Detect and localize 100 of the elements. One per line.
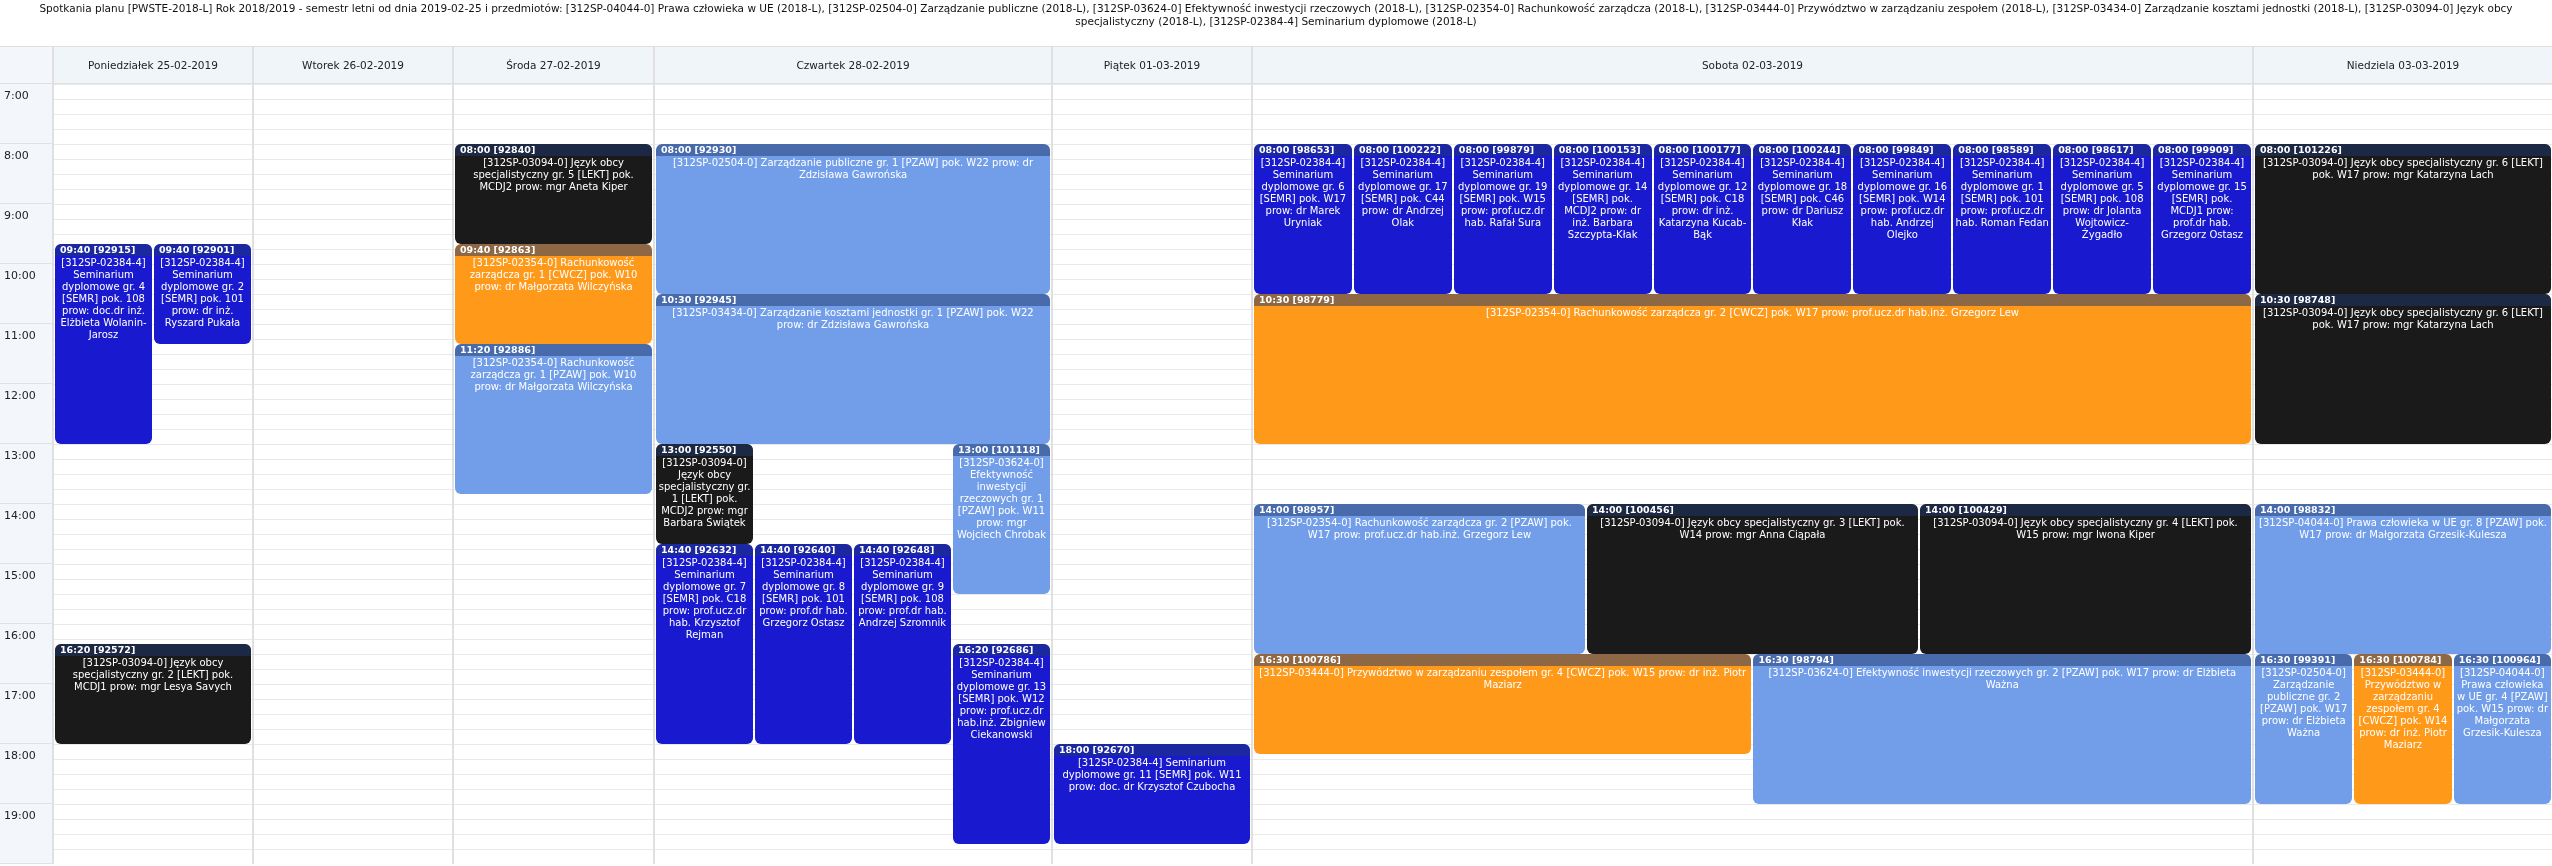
- time-label: 11:00: [3, 328, 36, 342]
- event-card[interactable]: 09:40 [92901] [312SP-02384-4] Seminarium dyplomowe gr. 2 [SEMR] pok. 101 prow: dr inż. Ryszard Pukała: [154, 244, 251, 344]
- event-header: 10:30 [92945]: [656, 294, 1050, 306]
- event-card[interactable]: 14:00 [100456] [312SP-03094-0] Język obcy specjalistyczny gr. 3 [LEKT] pok. W14 prow: mgr Anna Ciąpała: [1587, 504, 1918, 654]
- day-header: Czwartek 28-02-2019: [653, 46, 1051, 84]
- day-header: Wtorek 26-02-2019: [252, 46, 452, 84]
- event-header: 08:00 [100177]: [1653, 144, 1752, 156]
- event-card[interactable]: 14:00 [100429] [312SP-03094-0] Język obcy specjalistyczny gr. 4 [LEKT] pok. W15 prow: mgr Iwona Kiper: [1920, 504, 2251, 654]
- event-header: 08:00 [100222]: [1353, 144, 1452, 156]
- day-header: Środa 27-02-2019: [452, 46, 653, 84]
- event-text: [312SP-02384-4] Seminarium dyplomowe gr. 14 [SEMR] pok. MCDJ2 prow: dr inż. Barbara Szczypta-Kłak: [1556, 156, 1649, 242]
- time-label: 9:00: [3, 208, 29, 222]
- event-header: 08:00 [99909]: [2153, 144, 2251, 156]
- event-text: [312SP-03094-0] Język obcy specjalistyczny gr. 5 [LEKT] pok. MCDJ2 prow: mgr Aneta Kiper: [472, 156, 635, 194]
- event-text: [312SP-02384-4] Seminarium dyplomowe gr. 4 [SEMR] pok. 108 prow: doc.dr inż. Elżbieta Wolanin-Jarosz: [59, 256, 148, 342]
- event-card[interactable]: 10:30 [92945] [312SP-03434-0] Zarządzanie kosztami jednostki gr. 1 [PZAW] pok. W22 prow: dr Zdzisława Gawrońska: [656, 294, 1050, 444]
- event-text: [312SP-03444-0] Przywództwo w zarządzaniu zespołem gr. 4 [CWCZ] pok. W14 prow: dr inż. Piotr Maziarz: [2357, 666, 2449, 752]
- event-card[interactable]: 08:00 [100153] [312SP-02384-4] Seminarium dyplomowe gr. 14 [SEMR] pok. MCDJ2 prow: dr inż. Barbara Szczypta-Kłak: [1553, 144, 1652, 294]
- event-text: [312SP-02384-4] Seminarium dyplomowe gr. 16 [SEMR] pok. W14 prow: prof.ucz.dr hab. Andrzej Olejko: [1856, 156, 1949, 242]
- event-text: [312SP-02354-0] Rachunkowość zarządcza gr. 2 [CWCZ] pok. W17 prow: prof.ucz.dr hab.inż. Grzegorz Lew: [1485, 306, 2020, 320]
- event-card[interactable]: 08:00 [99879] [312SP-02384-4] Seminarium dyplomowe gr. 19 [SEMR] pok. W15 prow: prof.ucz.dr hab. Rafał Sura: [1453, 144, 1552, 294]
- event-header: 16:30 [100964]: [2453, 654, 2551, 666]
- event-card[interactable]: 16:30 [98794] [312SP-03624-0] Efektywność inwestycji rzeczowych gr. 2 [PZAW] pok. W17 prow: dr Elżbieta Ważna: [1753, 654, 2251, 804]
- event-card[interactable]: 08:00 [98617] [312SP-02384-4] Seminarium dyplomowe gr. 5 [SEMR] pok. 108 prow: dr Jolanta Wojtowicz-Żygadło: [2053, 144, 2152, 294]
- event-text: [312SP-02504-0] Zarządzanie publiczne gr. 1 [PZAW] pok. W22 prow: dr Zdzisława Gawrońska: [671, 156, 1035, 182]
- event-header: 10:30 [98779]: [1254, 294, 2251, 306]
- event-header: 10:30 [98748]: [2255, 294, 2551, 306]
- event-card[interactable]: 08:00 [98653] [312SP-02384-4] Seminarium dyplomowe gr. 6 [SEMR] pok. W17 prow: dr Marek Uryniak: [1254, 144, 1352, 294]
- event-card[interactable]: 08:00 [99909] [312SP-02384-4] Seminarium dyplomowe gr. 15 [SEMR] pok. MCDJ1 prow: prof.dr hab. Grzegorz Ostasz: [2153, 144, 2251, 294]
- event-text: [312SP-02384-4] Seminarium dyplomowe gr. 5 [SEMR] pok. 108 prow: dr Jolanta Wojtowicz-Żygadło: [2058, 156, 2146, 242]
- event-text: [312SP-02384-4] Seminarium dyplomowe gr. 19 [SEMR] pok. W15 prow: prof.ucz.dr hab. Rafał Sura: [1457, 156, 1549, 230]
- event-text: [312SP-03624-0] Efektywność inwestycji rzeczowych gr. 1 [PZAW] pok. W11 prow: mgr Wojciech Chrobak: [955, 456, 1048, 542]
- time-label: 16:00: [3, 628, 36, 642]
- event-text: [312SP-03434-0] Zarządzanie kosztami jednostki gr. 1 [PZAW] pok. W22 prow: dr Zdzisława Gawrońska: [671, 306, 1035, 332]
- event-card[interactable]: 08:00 [100244] [312SP-02384-4] Seminarium dyplomowe gr. 18 [SEMR] pok. C46 prow: dr Dariusz Kłak: [1753, 144, 1852, 294]
- event-text: [312SP-02384-4] Seminarium dyplomowe gr. 1 [SEMR] pok. 101 prow: prof.ucz.dr hab. Roman Fedan: [1954, 156, 2050, 230]
- event-text: [312SP-03444-0] Przywództwo w zarządzaniu zespołem gr. 4 [CWCZ] pok. W15 prow: dr inż. Piotr Maziarz: [1258, 666, 1748, 692]
- event-card[interactable]: 16:30 [100784] [312SP-03444-0] Przywództwo w zarządzaniu zespołem gr. 4 [CWCZ] pok. W14 prow: dr inż. Piotr Maziarz: [2354, 654, 2452, 804]
- event-card[interactable]: 08:00 [98589] [312SP-02384-4] Seminarium dyplomowe gr. 1 [SEMR] pok. 101 prow: prof.ucz.dr hab. Roman Fedan: [1953, 144, 2052, 294]
- event-card[interactable]: 14:40 [92632] [312SP-02384-4] Seminarium dyplomowe gr. 7 [SEMR] pok. C18 prow: prof.ucz.dr hab. Krzysztof Rejman: [656, 544, 753, 744]
- event-card[interactable]: 10:30 [98779] [312SP-02354-0] Rachunkowość zarządcza gr. 2 [CWCZ] pok. W17 prow: prof.ucz.dr hab.inż. Grzegorz Lew: [1254, 294, 2251, 444]
- day-header: Poniedziałek 25-02-2019: [52, 46, 252, 84]
- event-card[interactable]: 13:00 [101118] [312SP-03624-0] Efektywność inwestycji rzeczowych gr. 1 [PZAW] pok. W11 prow: mgr Wojciech Chrobak: [953, 444, 1050, 594]
- event-header: 08:00 [92840]: [455, 144, 652, 156]
- day-header: Niedziela 03-03-2019: [2252, 46, 2552, 84]
- event-header: 14:40 [92640]: [755, 544, 852, 556]
- event-card[interactable]: 08:00 [100177] [312SP-02384-4] Seminarium dyplomowe gr. 12 [SEMR] pok. C18 prow: dr inż. Katarzyna Kucab-Bąk: [1653, 144, 1752, 294]
- event-text: [312SP-02384-4] Seminarium dyplomowe gr. 17 [SEMR] pok. C44 prow: dr Andrzej Olak: [1357, 156, 1449, 230]
- event-header: 14:00 [100456]: [1587, 504, 1918, 516]
- event-header: 08:00 [98589]: [1953, 144, 2052, 156]
- event-text: [312SP-03624-0] Efektywność inwestycji rzeczowych gr. 2 [PZAW] pok. W17 prow: dr Elżbieta Ważna: [1767, 666, 2238, 692]
- event-card[interactable]: 14:00 [98957] [312SP-02354-0] Rachunkowość zarządcza gr. 2 [PZAW] pok. W17 prow: prof.ucz.dr hab.inż. Grzegorz Lew: [1254, 504, 1585, 654]
- event-header: 11:20 [92886]: [455, 344, 652, 356]
- event-text: [312SP-03094-0] Język obcy specjalistyczny gr. 2 [LEKT] pok. MCDJ1 prow: mgr Lesya Savych: [71, 656, 235, 694]
- event-card[interactable]: 11:20 [92886] [312SP-02354-0] Rachunkowość zarządcza gr. 1 [PZAW] pok. W10 prow: dr Małgorzata Wilczyńska: [455, 344, 652, 494]
- time-label: 10:00: [3, 268, 36, 282]
- page-title: Spotkania planu [PWSTE-2018-L] Rok 2018/2019 - semestr letni od dnia 2019-02-25 i przedmiotów: [312SP-04044-0] Prawa człowieka w UE (2018-L), [312SP-02504-0] Zarządzanie publiczne (2018-L), [312SP-03624-0] Efektywność inwestycji rzeczowych (2018-L), [312SP-02354-0] Rachunkowość zarządcza (2018-L), [312SP-03444-0] Przywództwo w zarządzaniu zespołem (2018-L), [312SP-03434-0] Zarządzanie kosztami jednostki (2018-L), [312SP-03094-0] Język obcy specjalistyczny (2018-L), [312SP-02384-4] Seminarium dyplomowe (2018-L): [38, 1, 2514, 29]
- event-card[interactable]: 08:00 [99849] [312SP-02384-4] Seminarium dyplomowe gr. 16 [SEMR] pok. W14 prow: prof.ucz.dr hab. Andrzej Olejko: [1853, 144, 1952, 294]
- event-header: 16:30 [99391]: [2255, 654, 2353, 666]
- event-header: 08:00 [99849]: [1853, 144, 1952, 156]
- event-header: 14:00 [100429]: [1920, 504, 2251, 516]
- event-card[interactable]: 16:30 [100964] [312SP-04044-0] Prawa człowieka w UE gr. 4 [PZAW] pok. W15 prow: dr Małgorzata Grzesik-Kulesza: [2453, 654, 2551, 804]
- event-card[interactable]: 16:20 [92686] [312SP-02384-4] Seminarium dyplomowe gr. 13 [SEMR] pok. W12 prow: prof.ucz.dr hab.inż. Zbigniew Ciekanowski: [953, 644, 1050, 844]
- event-card[interactable]: 13:00 [92550] [312SP-03094-0] Język obcy specjalistyczny gr. 1 [LEKT] pok. MCDJ2 prow: mgr Barbara Świątek: [656, 444, 753, 544]
- event-header: 14:40 [92632]: [656, 544, 753, 556]
- event-card[interactable]: 16:20 [92572] [312SP-03094-0] Język obcy specjalistyczny gr. 2 [LEKT] pok. MCDJ1 prow: mgr Lesya Savych: [55, 644, 251, 744]
- event-card[interactable]: 18:00 [92670] [312SP-02384-4] Seminarium dyplomowe gr. 11 [SEMR] pok. W11 prow: doc. dr Krzysztof Czubocha: [1054, 744, 1250, 844]
- event-header: 08:00 [99879]: [1453, 144, 1552, 156]
- event-card[interactable]: 08:00 [92840] [312SP-03094-0] Język obcy specjalistyczny gr. 5 [LEKT] pok. MCDJ2 prow: mgr Aneta Kiper: [455, 144, 652, 244]
- event-header: 08:00 [100244]: [1753, 144, 1852, 156]
- event-card[interactable]: 09:40 [92915] [312SP-02384-4] Seminarium dyplomowe gr. 4 [SEMR] pok. 108 prow: doc.dr inż. Elżbieta Wolanin-Jarosz: [55, 244, 152, 444]
- event-card[interactable]: 14:40 [92648] [312SP-02384-4] Seminarium dyplomowe gr. 9 [SEMR] pok. 108 prow: prof.dr hab. Andrzej Szromnik: [854, 544, 951, 744]
- time-label: 19:00: [3, 808, 36, 822]
- event-text: [312SP-02504-0] Zarządzanie publiczne gr. 2 [PZAW] pok. W17 prow: dr Elżbieta Ważna: [2259, 666, 2349, 740]
- time-label: 7:00: [3, 88, 29, 102]
- event-card[interactable]: 10:30 [98748] [312SP-03094-0] Język obcy specjalistyczny gr. 6 [LEKT] pok. W17 prow: mgr Katarzyna Lach: [2255, 294, 2551, 444]
- event-header: 08:00 [101226]: [2255, 144, 2551, 156]
- event-text: [312SP-02384-4] Seminarium dyplomowe gr. 18 [SEMR] pok. C46 prow: dr Dariusz Kłak: [1756, 156, 1849, 230]
- event-text: [312SP-02354-0] Rachunkowość zarządcza gr. 1 [CWCZ] pok. W10 prow: dr Małgorzata Wilczyńska: [468, 256, 639, 294]
- event-text: [312SP-02384-4] Seminarium dyplomowe gr. 6 [SEMR] pok. W17 prow: dr Marek Uryniak: [1258, 156, 1348, 230]
- event-card[interactable]: 08:00 [100222] [312SP-02384-4] Seminarium dyplomowe gr. 17 [SEMR] pok. C44 prow: dr Andrzej Olak: [1353, 144, 1452, 294]
- event-text: [312SP-02384-4] Seminarium dyplomowe gr. 13 [SEMR] pok. W12 prow: prof.ucz.dr hab.inż. Zbigniew Ciekanowski: [955, 656, 1048, 742]
- event-card[interactable]: 14:40 [92640] [312SP-02384-4] Seminarium dyplomowe gr. 8 [SEMR] pok. 101 prow: prof.dr hab. Grzegorz Ostasz: [755, 544, 852, 744]
- day-header: Sobota 02-03-2019: [1251, 46, 2252, 84]
- event-card[interactable]: 08:00 [101226] [312SP-03094-0] Język obcy specjalistyczny gr. 6 [LEKT] pok. W17 prow: mgr Katarzyna Lach: [2255, 144, 2551, 294]
- event-header: 13:00 [92550]: [656, 444, 753, 456]
- event-text: [312SP-02354-0] Rachunkowość zarządcza gr. 1 [PZAW] pok. W10 prow: dr Małgorzata Wilczyńska: [469, 356, 638, 394]
- event-text: [312SP-03094-0] Język obcy specjalistyczny gr. 6 [LEKT] pok. W17 prow: mgr Katarzyna Lach: [2262, 306, 2544, 332]
- event-header: 18:00 [92670]: [1054, 744, 1250, 756]
- event-header: 09:40 [92915]: [55, 244, 152, 256]
- event-header: 08:00 [100153]: [1553, 144, 1652, 156]
- event-card[interactable]: 14:00 [98832] [312SP-04044-0] Prawa człowieka w UE gr. 8 [PZAW] pok. W17 prow: dr Małgorzata Grzesik-Kulesza: [2255, 504, 2551, 654]
- event-card[interactable]: 16:30 [99391] [312SP-02504-0] Zarządzanie publiczne gr. 2 [PZAW] pok. W17 prow: dr Elżbieta Ważna: [2255, 654, 2353, 804]
- event-card[interactable]: 08:00 [92930] [312SP-02504-0] Zarządzanie publiczne gr. 1 [PZAW] pok. W22 prow: dr Zdzisława Gawrońska: [656, 144, 1050, 294]
- event-header: 09:40 [92863]: [455, 244, 652, 256]
- event-header: 14:40 [92648]: [854, 544, 951, 556]
- event-header: 08:00 [98617]: [2053, 144, 2152, 156]
- event-card[interactable]: 16:30 [100786] [312SP-03444-0] Przywództwo w zarządzaniu zespołem gr. 4 [CWCZ] pok. W15 prow: dr inż. Piotr Maziarz: [1254, 654, 1752, 754]
- event-text: [312SP-03094-0] Język obcy specjalistyczny gr. 4 [LEKT] pok. W15 prow: mgr Iwona Kiper: [1932, 516, 2239, 542]
- event-card[interactable]: 09:40 [92863] [312SP-02354-0] Rachunkowość zarządcza gr. 1 [CWCZ] pok. W10 prow: dr Małgorzata Wilczyńska: [455, 244, 652, 344]
